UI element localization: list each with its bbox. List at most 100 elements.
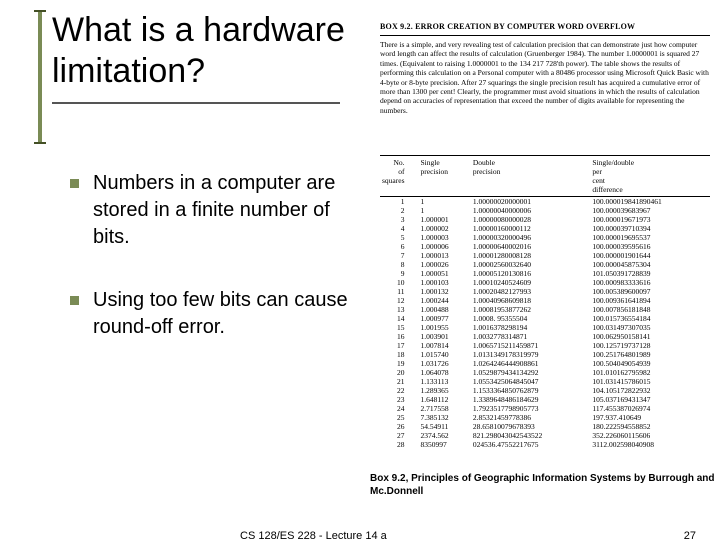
table-row: 211.00000040000006100.000039683967 [380,206,710,215]
table-cell: 100.000045875304 [590,260,710,269]
table-cell: 11 [380,287,419,296]
table-cell: 24 [380,404,419,413]
table-cell: 2 [380,206,419,215]
bullet-text: Numbers in a computer are stored in a fi… [93,170,370,251]
table-row: 31.0000011.00000080000028100.00001967197… [380,215,710,224]
table-cell: 28 [380,440,419,449]
title-underline [52,102,340,104]
table-cell: 100.504049054939 [590,359,710,368]
precision-table: No.ofsquaresSingleprecisionDoubleprecisi… [380,158,710,449]
title-block: What is a hardware limitation? [52,10,352,104]
table-cell: 1.00000640002016 [471,242,591,251]
table-cell: 7.385132 [419,413,471,422]
table-cell: 15 [380,323,419,332]
table-row: 231.6481121.3389648486184629105.03716943… [380,395,710,404]
table-cell: 22 [380,386,419,395]
table-cell: 28.65810079678393 [471,422,591,431]
table-cell: 3112.002598040908 [590,440,710,449]
bullet-square-icon [70,296,79,305]
table-header: Singleprecision [419,158,471,197]
table-cell: 1.289365 [419,386,471,395]
table-cell: 101.031415786015 [590,377,710,386]
table-cell: 1.000002 [419,224,471,233]
table-cell: 54.54911 [419,422,471,431]
table-cell: 1 [419,206,471,215]
table-row: 191.0317261.0264246444908861100.50404905… [380,359,710,368]
table-cell: 23 [380,395,419,404]
figure-caption: Box 9.2, Principles of Geographic Inform… [370,472,715,498]
table-cell: 2.85321459778386 [471,413,591,422]
table-row: 2654.5491128.65810079678393180.222594558… [380,422,710,431]
table-cell: 117.455387026974 [590,404,710,413]
table-cell: 1.0008. 95355504 [471,314,591,323]
table-cell: 100.000019671973 [590,215,710,224]
table-row: 121.0002441.00040968609818100.0093616418… [380,296,710,305]
bullet-square-icon [70,179,79,188]
table-cell: 1.000977 [419,314,471,323]
table-cell: 2374.562 [419,431,471,440]
table-cell: 1.00000020000001 [471,197,591,207]
table-cell: 1.000026 [419,260,471,269]
table-cell: 1.00020482127993 [471,287,591,296]
accent-cap-top [34,10,46,12]
table-block: No.ofsquaresSingleprecisionDoubleprecisi… [380,155,710,449]
table-cell: 17 [380,341,419,350]
table-cell: 19 [380,359,419,368]
table-cell: 1 [419,197,471,207]
page-number: 27 [684,530,696,542]
box-paragraph: There is a simple, and very revealing te… [380,40,710,115]
table-row: 257.3851322.85321459778386197.937.410649 [380,413,710,422]
table-cell: 100.000039595616 [590,242,710,251]
table-cell: 18 [380,350,419,359]
table-row: 41.0000021.00000160000112100.00003971039… [380,224,710,233]
table-row: 111.00000020000001100.000019841890461 [380,197,710,207]
table-cell: 1.7923517798905773 [471,404,591,413]
table-cell: 1.00005120130816 [471,269,591,278]
table-cell: 1.00000040000006 [471,206,591,215]
table-cell: 180.222594558852 [590,422,710,431]
table-cell: 104.105172822932 [590,386,710,395]
table-cell: 352.226060115606 [590,431,710,440]
table-cell: 100.000019841890461 [590,197,710,207]
table-row: 272374.562821.298043042543522352.2260601… [380,431,710,440]
table-cell: 1.0131349178319979 [471,350,591,359]
table-cell: 100.009361641894 [590,296,710,305]
table-cell: 100.005389600097 [590,287,710,296]
table-cell: 3 [380,215,419,224]
table-cell: 100.000019695537 [590,233,710,242]
table-cell: 10 [380,278,419,287]
table-row: 161.0039011.0032778314871100.06295015814… [380,332,710,341]
table-row: 181.0157401.0131349178319979100.25176480… [380,350,710,359]
table-cell: 25 [380,413,419,422]
table-cell: 1 [380,197,419,207]
title-accent-bar [38,12,42,142]
table-row: 61.0000061.00000640002016100.00003959561… [380,242,710,251]
table-cell: 197.937.410649 [590,413,710,422]
table-row: 131.0004881.00081953877262100.0078561818… [380,305,710,314]
table-cell: 101.010162795982 [590,368,710,377]
table-cell: 20 [380,368,419,377]
table-cell: 1.000244 [419,296,471,305]
table-cell: 100.000983333616 [590,278,710,287]
table-cell: 16 [380,332,419,341]
table-cell: 27 [380,431,419,440]
inset-box: BOX 9.2. ERROR CREATION BY COMPUTER WORD… [380,22,710,115]
table-cell: 1.00002560032640 [471,260,591,269]
table-cell: 100.015736554184 [590,314,710,323]
table-cell: 1.001955 [419,323,471,332]
table-cell: 1.064078 [419,368,471,377]
table-row: 151.0019551.0016378298194100.03149730703… [380,323,710,332]
table-cell: 100.062950158141 [590,332,710,341]
slide: What is a hardware limitation? Numbers i… [0,0,720,540]
table-row: 171.0078141.0065715211459871100.12571973… [380,341,710,350]
table-cell: 1.0264246444908861 [471,359,591,368]
table-cell: 1.015740 [419,350,471,359]
table-row: 141.0009771.0008. 95355504100.0157365541… [380,314,710,323]
table-row: 91.0000511.00005120130816101.05039172883… [380,269,710,278]
table-header: Doubleprecision [471,158,591,197]
table-cell: 2.717558 [419,404,471,413]
table-row: 101.0001031.00010240524609100.0009833336… [380,278,710,287]
table-cell: 1.000013 [419,251,471,260]
table-row: 201.0640781.0529879434134292101.01016279… [380,368,710,377]
table-cell: 7 [380,251,419,260]
